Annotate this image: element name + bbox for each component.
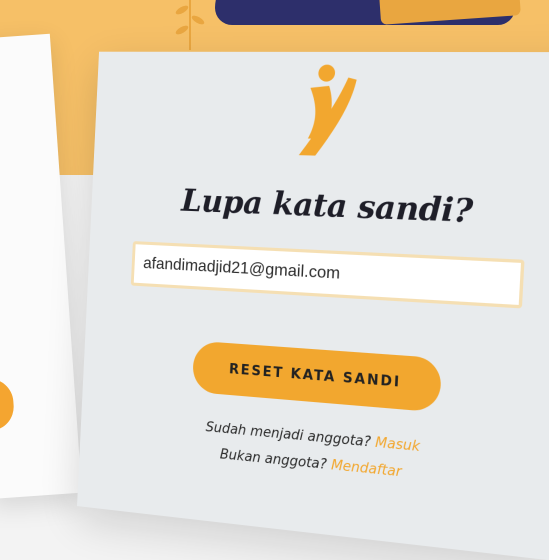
auth-links: Sudah menjadi anggota? Masuk Bukan anggo…	[204, 419, 421, 493]
nonmember-text: Bukan anggota?	[219, 446, 328, 474]
background-button	[0, 377, 16, 433]
form-card-wrapper: Lupa kata sandi? RESET KATA SANDI Sudah …	[18, 40, 549, 560]
member-text: Sudah menjadi anggota?	[205, 419, 372, 451]
email-field[interactable]	[130, 241, 525, 309]
page-title: Lupa kata sandi?	[180, 182, 474, 231]
forgot-password-card: Lupa kata sandi? RESET KATA SANDI Sudah …	[77, 51, 549, 560]
reset-password-button[interactable]: RESET KATA SANDI	[191, 340, 443, 413]
register-link[interactable]: Mendaftar	[331, 458, 402, 481]
login-link[interactable]: Masuk	[375, 435, 421, 455]
brand-logo-icon	[298, 64, 357, 157]
